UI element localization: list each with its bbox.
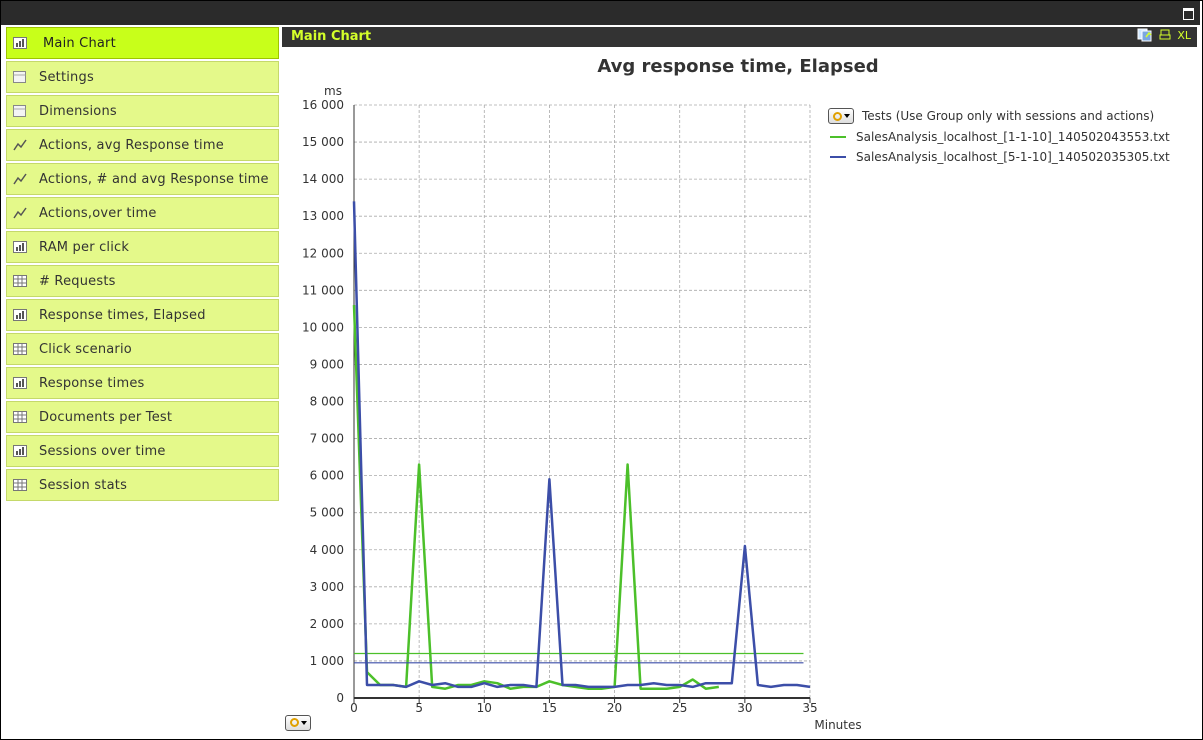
x-tick-label: 5 xyxy=(415,701,423,715)
y-tick-label: 5 000 xyxy=(310,506,344,520)
legend-swatch-blue xyxy=(830,156,846,158)
x-tick-label: 20 xyxy=(607,701,622,715)
legend-entry[interactable]: SalesAnalysis_localhost_[5-1-10]_1405020… xyxy=(830,150,1170,164)
y-tick-label: 3 000 xyxy=(310,580,344,594)
x-tick-label: 10 xyxy=(477,701,492,715)
y-tick-label: 4 000 xyxy=(310,543,344,557)
y-tick-label: 11 000 xyxy=(302,283,344,297)
y-tick-label: 13 000 xyxy=(302,209,344,223)
x-tick-label: 25 xyxy=(672,701,687,715)
y-tick-label: 1 000 xyxy=(310,654,344,668)
caret-down-icon xyxy=(843,114,850,118)
refresh-icon xyxy=(289,718,299,727)
chart-title: Avg response time, Elapsed xyxy=(597,56,878,77)
y-tick-label: 16 000 xyxy=(302,98,344,112)
legend-label: SalesAnalysis_localhost_[5-1-10]_1405020… xyxy=(856,150,1170,164)
x-tick-label: 30 xyxy=(737,701,752,715)
caret-down-icon xyxy=(300,720,307,725)
legend-swatch-green xyxy=(830,136,846,138)
y-tick-label: 9 000 xyxy=(310,357,344,371)
y-tick-label: 2 000 xyxy=(310,617,344,631)
y-tick-label: 8 000 xyxy=(310,395,344,409)
y-tick-label: 0 xyxy=(336,691,344,705)
x-axis-label: Minutes xyxy=(814,718,861,732)
series-line xyxy=(352,201,811,689)
legend-label: SalesAnalysis_localhost_[1-1-10]_1405020… xyxy=(856,130,1170,144)
y-tick-label: 12 000 xyxy=(302,246,344,260)
legend-entry[interactable]: SalesAnalysis_localhost_[1-1-10]_1405020… xyxy=(830,130,1170,144)
y-tick-label: 15 000 xyxy=(302,135,344,149)
series-line xyxy=(352,305,719,690)
y-axis-label: ms xyxy=(324,84,342,98)
y-tick-label: 10 000 xyxy=(302,320,344,334)
y-tick-label: 14 000 xyxy=(302,172,344,186)
y-tick-label: 6 000 xyxy=(310,469,344,483)
chart-legend: Tests (Use Group only with sessions and … xyxy=(828,108,1170,164)
x-tick-label: 0 xyxy=(350,701,358,715)
chart-options-button[interactable] xyxy=(285,712,319,731)
x-tick-label: 15 xyxy=(542,701,557,715)
x-tick-label: 35 xyxy=(802,701,817,715)
y-tick-label: 7 000 xyxy=(310,432,344,446)
legend-title: Tests (Use Group only with sessions and … xyxy=(862,109,1155,123)
refresh-icon xyxy=(832,111,842,121)
tests-dropdown-button[interactable] xyxy=(828,108,854,124)
